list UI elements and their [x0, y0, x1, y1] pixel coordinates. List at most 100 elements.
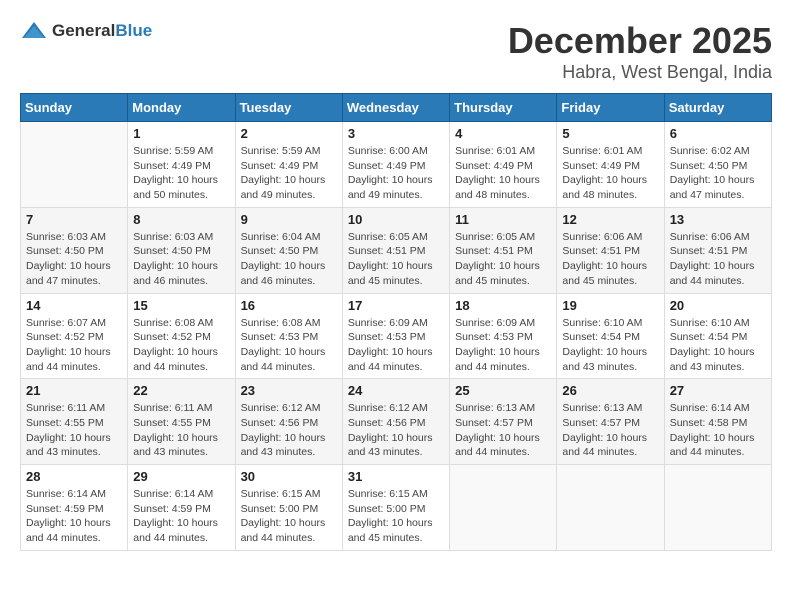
day-number: 26 — [562, 383, 658, 398]
weekday-header: Sunday — [21, 94, 128, 122]
day-number: 7 — [26, 212, 122, 227]
day-number: 31 — [348, 469, 444, 484]
day-number: 25 — [455, 383, 551, 398]
day-number: 9 — [241, 212, 337, 227]
day-info: Sunrise: 6:10 AMSunset: 4:54 PMDaylight:… — [562, 316, 658, 375]
day-info: Sunrise: 6:12 AMSunset: 4:56 PMDaylight:… — [348, 401, 444, 460]
day-number: 30 — [241, 469, 337, 484]
day-number: 1 — [133, 126, 229, 141]
day-number: 4 — [455, 126, 551, 141]
day-info: Sunrise: 6:04 AMSunset: 4:50 PMDaylight:… — [241, 230, 337, 289]
day-number: 2 — [241, 126, 337, 141]
day-number: 6 — [670, 126, 766, 141]
calendar-cell: 6 Sunrise: 6:02 AMSunset: 4:50 PMDaylight… — [664, 122, 771, 208]
weekday-header: Friday — [557, 94, 664, 122]
calendar-cell — [557, 465, 664, 551]
day-info: Sunrise: 6:12 AMSunset: 4:56 PMDaylight:… — [241, 401, 337, 460]
calendar-cell: 15 Sunrise: 6:08 AMSunset: 4:52 PMDayligh… — [128, 293, 235, 379]
day-info: Sunrise: 6:09 AMSunset: 4:53 PMDaylight:… — [348, 316, 444, 375]
weekday-header: Thursday — [450, 94, 557, 122]
weekday-header-row: SundayMondayTuesdayWednesdayThursdayFrid… — [21, 94, 772, 122]
day-info: Sunrise: 6:07 AMSunset: 4:52 PMDaylight:… — [26, 316, 122, 375]
day-number: 11 — [455, 212, 551, 227]
day-info: Sunrise: 6:02 AMSunset: 4:50 PMDaylight:… — [670, 144, 766, 203]
calendar-cell: 11 Sunrise: 6:05 AMSunset: 4:51 PMDayligh… — [450, 207, 557, 293]
calendar-cell — [450, 465, 557, 551]
day-number: 13 — [670, 212, 766, 227]
day-info: Sunrise: 6:08 AMSunset: 4:52 PMDaylight:… — [133, 316, 229, 375]
calendar-cell: 26 Sunrise: 6:13 AMSunset: 4:57 PMDayligh… — [557, 379, 664, 465]
day-info: Sunrise: 6:10 AMSunset: 4:54 PMDaylight:… — [670, 316, 766, 375]
location-title: Habra, West Bengal, India — [508, 62, 772, 83]
day-info: Sunrise: 6:11 AMSunset: 4:55 PMDaylight:… — [133, 401, 229, 460]
header: GeneralBlue December 2025 Habra, West Be… — [20, 20, 772, 83]
logo-blue: Blue — [115, 21, 152, 40]
calendar-cell: 20Sunrise: 6:10 AMSunset: 4:54 PMDayligh… — [664, 293, 771, 379]
day-number: 15 — [133, 298, 229, 313]
calendar-cell: 29 Sunrise: 6:14 AMSunset: 4:59 PMDayligh… — [128, 465, 235, 551]
calendar-cell: 30 Sunrise: 6:15 AMSunset: 5:00 PMDayligh… — [235, 465, 342, 551]
calendar-cell: 27 Sunrise: 6:14 AMSunset: 4:58 PMDayligh… — [664, 379, 771, 465]
calendar-cell: 21 Sunrise: 6:11 AMSunset: 4:55 PMDayligh… — [21, 379, 128, 465]
calendar-cell: 23 Sunrise: 6:12 AMSunset: 4:56 PMDayligh… — [235, 379, 342, 465]
calendar-cell: 17Sunrise: 6:09 AMSunset: 4:53 PMDayligh… — [342, 293, 449, 379]
day-number: 24 — [348, 383, 444, 398]
day-number: 10 — [348, 212, 444, 227]
day-number: 23 — [241, 383, 337, 398]
day-number: 3 — [348, 126, 444, 141]
calendar-cell: 28 Sunrise: 6:14 AMSunset: 4:59 PMDayligh… — [21, 465, 128, 551]
calendar-cell: 4 Sunrise: 6:01 AMSunset: 4:49 PMDaylight… — [450, 122, 557, 208]
calendar-cell: 3 Sunrise: 6:00 AMSunset: 4:49 PMDaylight… — [342, 122, 449, 208]
day-info: Sunrise: 6:03 AMSunset: 4:50 PMDaylight:… — [26, 230, 122, 289]
day-info: Sunrise: 6:08 AMSunset: 4:53 PMDaylight:… — [241, 316, 337, 375]
day-info: Sunrise: 6:11 AMSunset: 4:55 PMDaylight:… — [26, 401, 122, 460]
day-info: Sunrise: 6:06 AMSunset: 4:51 PMDaylight:… — [670, 230, 766, 289]
day-number: 21 — [26, 383, 122, 398]
day-info: Sunrise: 6:05 AMSunset: 4:51 PMDaylight:… — [455, 230, 551, 289]
day-info: Sunrise: 5:59 AMSunset: 4:49 PMDaylight:… — [241, 144, 337, 203]
day-number: 29 — [133, 469, 229, 484]
logo: GeneralBlue — [20, 20, 152, 42]
calendar-week-row: 7 Sunrise: 6:03 AMSunset: 4:50 PMDaylight… — [21, 207, 772, 293]
day-number: 16 — [241, 298, 337, 313]
calendar-cell: 22 Sunrise: 6:11 AMSunset: 4:55 PMDayligh… — [128, 379, 235, 465]
day-info: Sunrise: 6:13 AMSunset: 4:57 PMDaylight:… — [455, 401, 551, 460]
calendar-cell: 31 Sunrise: 6:15 AMSunset: 5:00 PMDayligh… — [342, 465, 449, 551]
day-number: 27 — [670, 383, 766, 398]
month-title: December 2025 — [508, 20, 772, 62]
day-info: Sunrise: 6:15 AMSunset: 5:00 PMDaylight:… — [348, 487, 444, 546]
day-number: 14 — [26, 298, 122, 313]
day-number: 12 — [562, 212, 658, 227]
calendar-week-row: 28 Sunrise: 6:14 AMSunset: 4:59 PMDayligh… — [21, 465, 772, 551]
logo-icon — [20, 20, 48, 42]
day-number: 28 — [26, 469, 122, 484]
calendar-week-row: 14 Sunrise: 6:07 AMSunset: 4:52 PMDayligh… — [21, 293, 772, 379]
weekday-header: Tuesday — [235, 94, 342, 122]
day-number: 22 — [133, 383, 229, 398]
day-info: Sunrise: 6:14 AMSunset: 4:59 PMDaylight:… — [133, 487, 229, 546]
day-info: Sunrise: 6:00 AMSunset: 4:49 PMDaylight:… — [348, 144, 444, 203]
day-number: 18 — [455, 298, 551, 313]
day-info: Sunrise: 6:14 AMSunset: 4:58 PMDaylight:… — [670, 401, 766, 460]
calendar-cell: 18Sunrise: 6:09 AMSunset: 4:53 PMDayligh… — [450, 293, 557, 379]
day-info: Sunrise: 6:13 AMSunset: 4:57 PMDaylight:… — [562, 401, 658, 460]
calendar-cell: 19Sunrise: 6:10 AMSunset: 4:54 PMDayligh… — [557, 293, 664, 379]
calendar-cell — [664, 465, 771, 551]
day-info: Sunrise: 6:01 AMSunset: 4:49 PMDaylight:… — [455, 144, 551, 203]
calendar-cell — [21, 122, 128, 208]
calendar-cell: 14 Sunrise: 6:07 AMSunset: 4:52 PMDayligh… — [21, 293, 128, 379]
calendar-cell: 5Sunrise: 6:01 AMSunset: 4:49 PMDaylight… — [557, 122, 664, 208]
day-info: Sunrise: 6:05 AMSunset: 4:51 PMDaylight:… — [348, 230, 444, 289]
calendar-table: SundayMondayTuesdayWednesdayThursdayFrid… — [20, 93, 772, 551]
day-info: Sunrise: 6:14 AMSunset: 4:59 PMDaylight:… — [26, 487, 122, 546]
calendar-cell: 7 Sunrise: 6:03 AMSunset: 4:50 PMDaylight… — [21, 207, 128, 293]
day-info: Sunrise: 6:03 AMSunset: 4:50 PMDaylight:… — [133, 230, 229, 289]
weekday-header: Wednesday — [342, 94, 449, 122]
day-info: Sunrise: 5:59 AMSunset: 4:49 PMDaylight:… — [133, 144, 229, 203]
day-number: 8 — [133, 212, 229, 227]
calendar-cell: 9 Sunrise: 6:04 AMSunset: 4:50 PMDaylight… — [235, 207, 342, 293]
calendar-cell: 24 Sunrise: 6:12 AMSunset: 4:56 PMDayligh… — [342, 379, 449, 465]
day-info: Sunrise: 6:15 AMSunset: 5:00 PMDaylight:… — [241, 487, 337, 546]
day-number: 5 — [562, 126, 658, 141]
title-area: December 2025 Habra, West Bengal, India — [508, 20, 772, 83]
